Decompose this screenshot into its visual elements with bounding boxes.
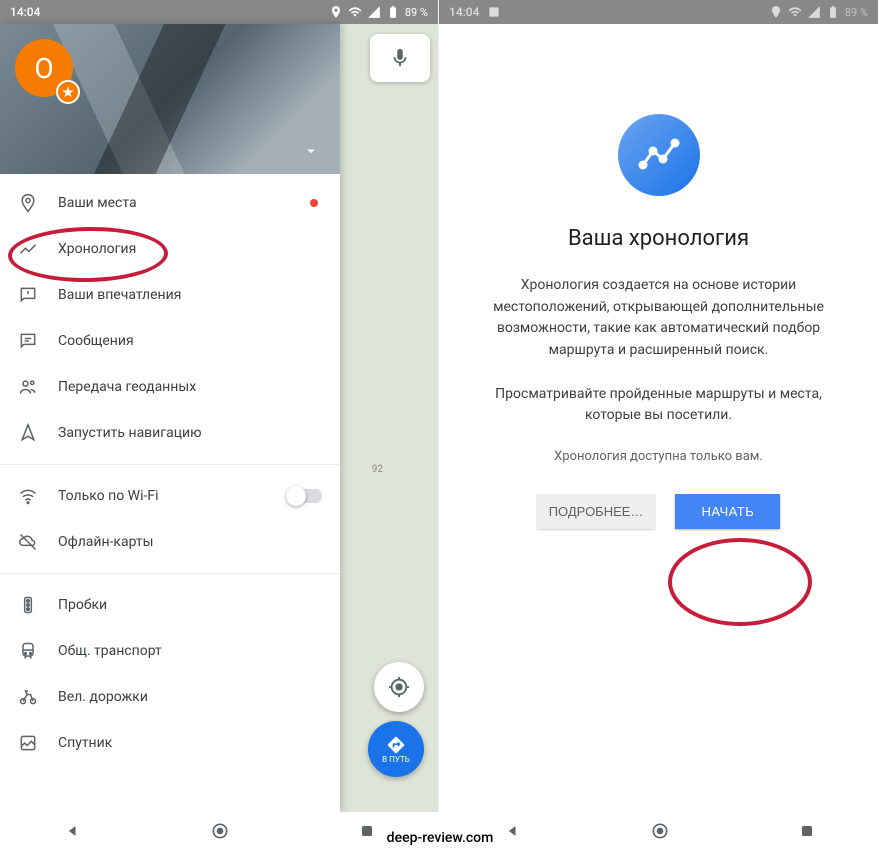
wifi-status-icon bbox=[348, 5, 362, 19]
navigation-icon bbox=[18, 423, 38, 443]
map-route-label: 92 bbox=[372, 464, 383, 475]
battery-status-icon bbox=[826, 5, 840, 19]
voice-search-button[interactable] bbox=[370, 34, 430, 82]
star-icon bbox=[61, 85, 75, 99]
chat-icon bbox=[18, 331, 38, 351]
home-button[interactable] bbox=[650, 821, 670, 845]
menu-transit[interactable]: Общ. транспорт bbox=[0, 628, 340, 674]
wifi-toggle[interactable] bbox=[288, 489, 322, 503]
menu-messages[interactable]: Сообщения bbox=[0, 318, 340, 364]
onboard-body-2: Просматривайте пройденные маршруты и мес… bbox=[463, 384, 854, 427]
battery-percent: 89 % bbox=[845, 6, 868, 19]
train-icon bbox=[18, 641, 38, 661]
battery-status-icon bbox=[386, 5, 400, 19]
people-icon bbox=[18, 377, 38, 397]
feedback-icon bbox=[18, 285, 38, 305]
my-location-button[interactable] bbox=[374, 662, 424, 712]
onboard-title: Ваша хронология bbox=[463, 226, 854, 251]
directions-icon bbox=[386, 735, 406, 755]
chevron-down-icon bbox=[302, 142, 320, 160]
menu-traffic[interactable]: Пробки bbox=[0, 582, 340, 628]
recents-button[interactable] bbox=[357, 821, 377, 845]
status-bar-right: 14:04 89 % bbox=[439, 0, 878, 24]
start-button[interactable]: НАЧАТЬ bbox=[675, 494, 780, 529]
chart-line-icon bbox=[635, 131, 683, 179]
location-status-icon bbox=[329, 5, 343, 19]
timeline-onboarding: Ваша хронология Хронология создается на … bbox=[439, 24, 878, 529]
crosshair-icon bbox=[388, 676, 410, 698]
menu-contributions[interactable]: Ваши впечатления bbox=[0, 272, 340, 318]
status-bar-left: 14:04 89 % bbox=[0, 0, 438, 24]
traffic-icon bbox=[18, 595, 38, 615]
local-guide-badge bbox=[56, 80, 80, 104]
location-status-icon bbox=[769, 5, 783, 19]
notification-dot bbox=[310, 199, 318, 207]
menu-location-sharing[interactable]: Передача геоданных bbox=[0, 364, 340, 410]
back-button[interactable] bbox=[63, 821, 83, 845]
pin-icon bbox=[18, 193, 38, 213]
timeline-icon bbox=[18, 239, 38, 259]
menu-wifi-only[interactable]: Только по Wi-Fi bbox=[0, 473, 340, 519]
home-button[interactable] bbox=[210, 821, 230, 845]
menu-start-navigation[interactable]: Запустить навигацию bbox=[0, 410, 340, 456]
learn-more-button[interactable]: ПОДРОБНЕЕ… bbox=[537, 494, 656, 529]
menu-timeline[interactable]: Хронология bbox=[0, 226, 340, 272]
status-time: 14:04 bbox=[449, 5, 479, 19]
menu-your-places[interactable]: Ваши места bbox=[0, 180, 340, 226]
status-time: 14:04 bbox=[10, 5, 40, 19]
signal-status-icon bbox=[807, 5, 821, 19]
watermark: deep-review.com bbox=[387, 830, 494, 846]
satellite-icon bbox=[18, 733, 38, 753]
account-dropdown[interactable] bbox=[302, 142, 320, 164]
screenshot-indicator-icon bbox=[487, 5, 501, 19]
directions-label: В ПУТЬ bbox=[382, 755, 410, 764]
back-button[interactable] bbox=[503, 821, 523, 845]
microphone-icon bbox=[389, 47, 411, 69]
wifi-icon bbox=[18, 486, 38, 506]
recents-button[interactable] bbox=[797, 821, 817, 845]
battery-percent: 89 % bbox=[405, 6, 428, 19]
cloud-off-icon bbox=[18, 532, 38, 552]
timeline-hero-icon bbox=[618, 114, 700, 196]
directions-button[interactable]: В ПУТЬ bbox=[368, 721, 424, 777]
menu-offline-maps[interactable]: Офлайн-карты bbox=[0, 519, 340, 565]
onboard-privacy: Хронология доступна только вам. bbox=[463, 449, 854, 464]
menu-satellite[interactable]: Спутник bbox=[0, 720, 340, 766]
navigation-drawer: O Ваши места Хронология bbox=[0, 24, 340, 812]
menu-bike[interactable]: Вел. дорожки bbox=[0, 674, 340, 720]
bike-icon bbox=[18, 687, 38, 707]
map-background[interactable]: 92 В ПУТЬ bbox=[340, 24, 438, 812]
signal-status-icon bbox=[367, 5, 381, 19]
onboard-body-1: Хронология создается на основе истории м… bbox=[463, 275, 854, 362]
drawer-header[interactable]: O bbox=[0, 24, 340, 174]
wifi-status-icon bbox=[788, 5, 802, 19]
